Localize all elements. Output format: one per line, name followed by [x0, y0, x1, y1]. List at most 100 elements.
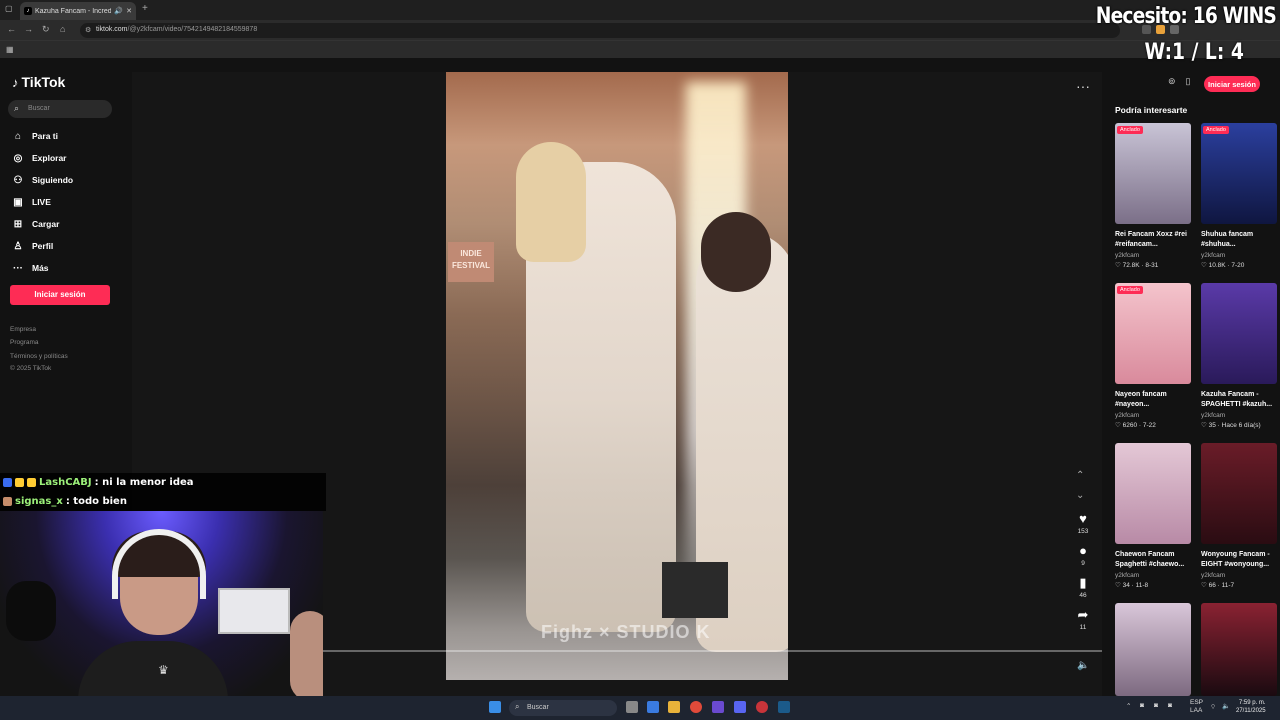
login-top-button[interactable]: Iniciar sesión	[1204, 76, 1260, 92]
webcam-overlay: ♛	[0, 511, 323, 696]
nav-perfil[interactable]: ♙ Perfil	[12, 238, 54, 254]
nav-label: Para ti	[32, 131, 58, 141]
suggestion-user[interactable]: y2kfcam	[1201, 572, 1277, 579]
url-field[interactable]: ⚙ tiktok.com/@y2kfcam/video/754214948218…	[80, 23, 1120, 38]
suggestion-card[interactable]	[1201, 603, 1277, 696]
video-amp	[662, 562, 728, 618]
app-icon[interactable]	[647, 701, 659, 713]
suggestion-user[interactable]: y2kfcam	[1201, 412, 1277, 419]
volume-icon[interactable]: 🔈	[1077, 660, 1089, 671]
suggestion-card[interactable]: Anclado Shuhua fancam #shuhua... y2kfcam ♡ …	[1201, 123, 1277, 269]
language-indicator[interactable]: ESP LAA	[1190, 699, 1203, 715]
suggestion-thumbnail[interactable]	[1201, 603, 1277, 696]
suggestion-thumbnail[interactable]: Anclado	[1115, 123, 1191, 224]
video-player[interactable]: INDIE FESTIVAL Fighz × STUDIO K	[446, 72, 788, 680]
chat-message: signas_x : todo bien	[3, 496, 127, 507]
nav-siguiendo[interactable]: ⚇ Siguiendo	[12, 172, 74, 188]
tiktok-logo[interactable]: ♪ TikTok	[12, 74, 65, 90]
suggestion-card[interactable]: Kazuha Fancam - SPAGHETTI #kazuh... y2kfc…	[1201, 283, 1277, 429]
close-tab-icon[interactable]: ✕	[126, 7, 132, 15]
nav-cargar[interactable]: ⊞ Cargar	[12, 216, 60, 232]
suggestion-card[interactable]: Wonyoung Fancam - EIGHT #wonyoung... y2kf…	[1201, 443, 1277, 589]
suggestion-thumbnail[interactable]	[1201, 443, 1277, 544]
suggestion-card[interactable]	[1115, 603, 1191, 696]
suggestion-thumbnail[interactable]	[1115, 603, 1191, 696]
suggestion-user[interactable]: y2kfcam	[1115, 252, 1191, 259]
clock-date: 27/11/2025	[1236, 708, 1266, 714]
footer-link[interactable]: Empresa	[10, 326, 36, 333]
suggestion-user[interactable]: y2kfcam	[1201, 252, 1277, 259]
login-button[interactable]: Iniciar sesión	[10, 285, 110, 305]
new-tab-icon[interactable]: +	[142, 3, 148, 14]
footer-link[interactable]: Términos y políticas	[10, 353, 68, 360]
browser-tab[interactable]: ♪ Kazuha Fancam - Incredib 🔊 ✕	[20, 2, 136, 20]
more-options-icon[interactable]: ···	[1076, 78, 1090, 94]
comment-count: 9	[1081, 560, 1085, 567]
live-icon: ▣	[13, 196, 23, 208]
home-icon[interactable]: ⌂	[60, 24, 65, 34]
suggestion-user[interactable]: y2kfcam	[1115, 572, 1191, 579]
coin-icon[interactable]: ⊚	[1168, 76, 1176, 87]
lang-layout: LAA	[1190, 707, 1203, 714]
discord-icon[interactable]	[734, 701, 746, 713]
nav-mas[interactable]: ··· Más	[12, 260, 49, 276]
suggestion-thumbnail[interactable]: Anclado	[1115, 283, 1191, 384]
phone-icon[interactable]: ▯	[1186, 76, 1191, 87]
tiktok-note-icon: ♪	[12, 74, 19, 90]
nav-explorar[interactable]: ◎ Explorar	[12, 150, 67, 166]
webcam-arm	[290, 611, 323, 696]
upload-icon: ⊞	[13, 218, 23, 230]
nav-live[interactable]: ▣ LIVE	[12, 194, 51, 210]
comment-button[interactable]: ● 9	[1072, 544, 1094, 568]
suggestion-user[interactable]: y2kfcam	[1115, 412, 1191, 419]
forward-icon[interactable]: →	[24, 24, 33, 34]
tab-menu-icon[interactable]: ▢	[5, 4, 15, 14]
url-host: tiktok.com	[96, 26, 128, 33]
network-icon[interactable]: ⌔	[1210, 702, 1216, 711]
nav-para-ti[interactable]: ⌂ Para ti	[12, 128, 58, 144]
tray-icon[interactable]: ◙	[1140, 702, 1144, 709]
site-info-icon[interactable]: ⚙	[85, 26, 91, 34]
task-view-icon[interactable]	[626, 701, 638, 713]
suggestion-thumbnail[interactable]	[1115, 443, 1191, 544]
footer-link[interactable]: Programa	[10, 339, 39, 346]
video-progress-bar[interactable]	[322, 650, 1102, 652]
obs-icon[interactable]	[756, 701, 768, 713]
stream-chat: LashCABJ : ni la menor idea signas_x : t…	[0, 473, 326, 511]
speaker-icon[interactable]: 🔊	[114, 7, 123, 15]
save-button[interactable]: ▮ 46	[1072, 576, 1094, 600]
volume-tray-icon[interactable]: 🔈	[1222, 702, 1230, 710]
share-button[interactable]: ➦ 11	[1072, 608, 1094, 632]
apps-grid-icon[interactable]: ▦	[6, 45, 14, 54]
suggestion-thumbnail[interactable]	[1201, 283, 1277, 384]
steam-icon[interactable]	[778, 701, 790, 713]
suggestion-title: Nayeon fancam #nayeon...	[1115, 391, 1167, 408]
reload-icon[interactable]: ↻	[42, 24, 50, 35]
suggestion-card[interactable]: Chaewon Fancam Spaghetti #chaewo... y2kfc…	[1115, 443, 1191, 589]
windows-start-icon[interactable]	[489, 701, 501, 713]
compass-icon: ◎	[13, 152, 23, 164]
lang-code: ESP	[1190, 699, 1204, 706]
chevron-down-icon[interactable]: ⌄	[1076, 490, 1084, 501]
file-explorer-icon[interactable]	[668, 701, 680, 713]
chrome-icon[interactable]	[690, 701, 702, 713]
suggestion-card[interactable]: Anclado Nayeon fancam #nayeon... y2kfcam ♡ …	[1115, 283, 1191, 429]
back-icon[interactable]: ←	[7, 24, 16, 34]
tray-icon[interactable]: ◙	[1168, 702, 1172, 709]
chevron-up-icon[interactable]: ⌃	[1076, 470, 1084, 481]
video-sign: INDIE FESTIVAL	[448, 242, 494, 282]
tray-icon[interactable]: ◙	[1154, 702, 1158, 709]
like-button[interactable]: ♥ 153	[1072, 512, 1094, 536]
suggestions-panel: ⊚ ▯ Iniciar sesión Podría interesarte An…	[1104, 58, 1280, 696]
save-count: 46	[1079, 592, 1087, 599]
search-placeholder: Buscar	[28, 105, 50, 112]
suggestion-title: Rei Fancam Xoxz #rei #reifancam...	[1115, 231, 1187, 248]
tray-chevron-icon[interactable]: ⌃	[1126, 702, 1131, 710]
suggestion-card[interactable]: Anclado Rei Fancam Xoxz #rei #reifancam..…	[1115, 123, 1191, 269]
search-input[interactable]: ⌕ Buscar	[8, 100, 112, 118]
taskbar-clock[interactable]: 7:59 p. m. 27/11/2025	[1236, 699, 1266, 715]
app-icon[interactable]	[712, 701, 724, 713]
chat-text: : todo bien	[65, 496, 127, 507]
suggestion-thumbnail[interactable]: Anclado	[1201, 123, 1277, 224]
taskbar-search[interactable]: ⌕ Buscar	[509, 700, 617, 716]
